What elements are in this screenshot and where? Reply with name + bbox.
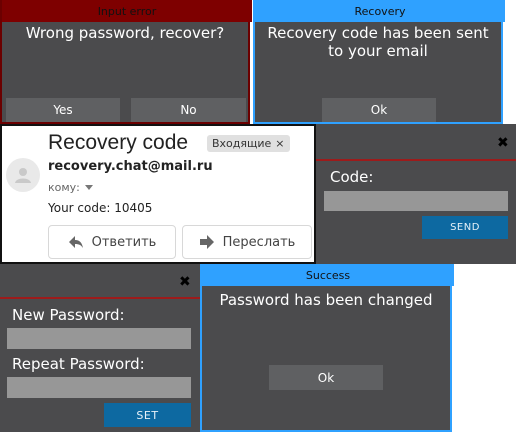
ok-button[interactable]: Ok xyxy=(322,98,436,122)
sender-address: recovery.chat@mail.ru xyxy=(48,159,213,174)
code-input[interactable] xyxy=(324,191,508,211)
close-icon[interactable]: ✖ xyxy=(179,274,191,290)
folder-badge-label: Входящие xyxy=(212,137,272,150)
reply-button[interactable]: Ответить xyxy=(48,225,176,259)
folder-badge[interactable]: Входящие × xyxy=(207,135,290,152)
dialog-message: Password has been changed xyxy=(219,291,433,309)
dialog-title: Input error xyxy=(2,0,252,22)
recipient-line[interactable]: кому: xyxy=(48,181,93,194)
code-label: Code: xyxy=(330,168,374,186)
new-password-label: New Password: xyxy=(12,306,125,324)
ok-button[interactable]: Ok xyxy=(269,365,383,390)
no-button[interactable]: No xyxy=(131,98,246,122)
new-password-input[interactable] xyxy=(7,328,191,349)
close-icon[interactable]: × xyxy=(275,137,284,150)
dialog-message: Recovery code has been sent to your emai… xyxy=(267,24,489,60)
divider xyxy=(0,297,200,299)
input-error-dialog: Input error Wrong password, recover? Yes… xyxy=(0,0,252,124)
reply-label: Ответить xyxy=(91,234,157,250)
divider xyxy=(316,159,516,161)
password-dialog: ✖ New Password: Repeat Password: SET xyxy=(0,264,200,432)
forward-icon xyxy=(199,235,214,249)
recovery-dialog: Recovery Recovery code has been sent to … xyxy=(253,0,505,124)
repeat-password-label: Repeat Password: xyxy=(12,355,145,373)
forward-button[interactable]: Переслать xyxy=(182,225,312,259)
chevron-down-icon xyxy=(84,185,93,190)
dialog-title: Success xyxy=(202,264,454,286)
avatar xyxy=(6,158,40,192)
set-button[interactable]: SET xyxy=(104,403,191,427)
yes-button[interactable]: Yes xyxy=(6,98,120,122)
dialog-title: Recovery xyxy=(255,0,505,22)
dialog-message: Wrong password, recover? xyxy=(25,24,225,42)
mail-body: Your code: 10405 xyxy=(48,201,153,215)
forward-label: Переслать xyxy=(222,234,296,250)
close-icon[interactable]: ✖ xyxy=(497,135,509,151)
send-button[interactable]: SEND xyxy=(422,216,508,239)
mail-subject: Recovery code xyxy=(48,131,189,154)
success-dialog: Success Password has been changed Ok xyxy=(200,264,454,432)
reply-icon xyxy=(68,236,83,248)
person-icon xyxy=(15,168,31,183)
to-label: кому: xyxy=(48,181,80,194)
repeat-password-input[interactable] xyxy=(7,377,191,398)
email-view: Recovery code Входящие × recovery.chat@m… xyxy=(0,124,316,264)
code-dialog: ✖ Code: SEND xyxy=(316,124,516,264)
